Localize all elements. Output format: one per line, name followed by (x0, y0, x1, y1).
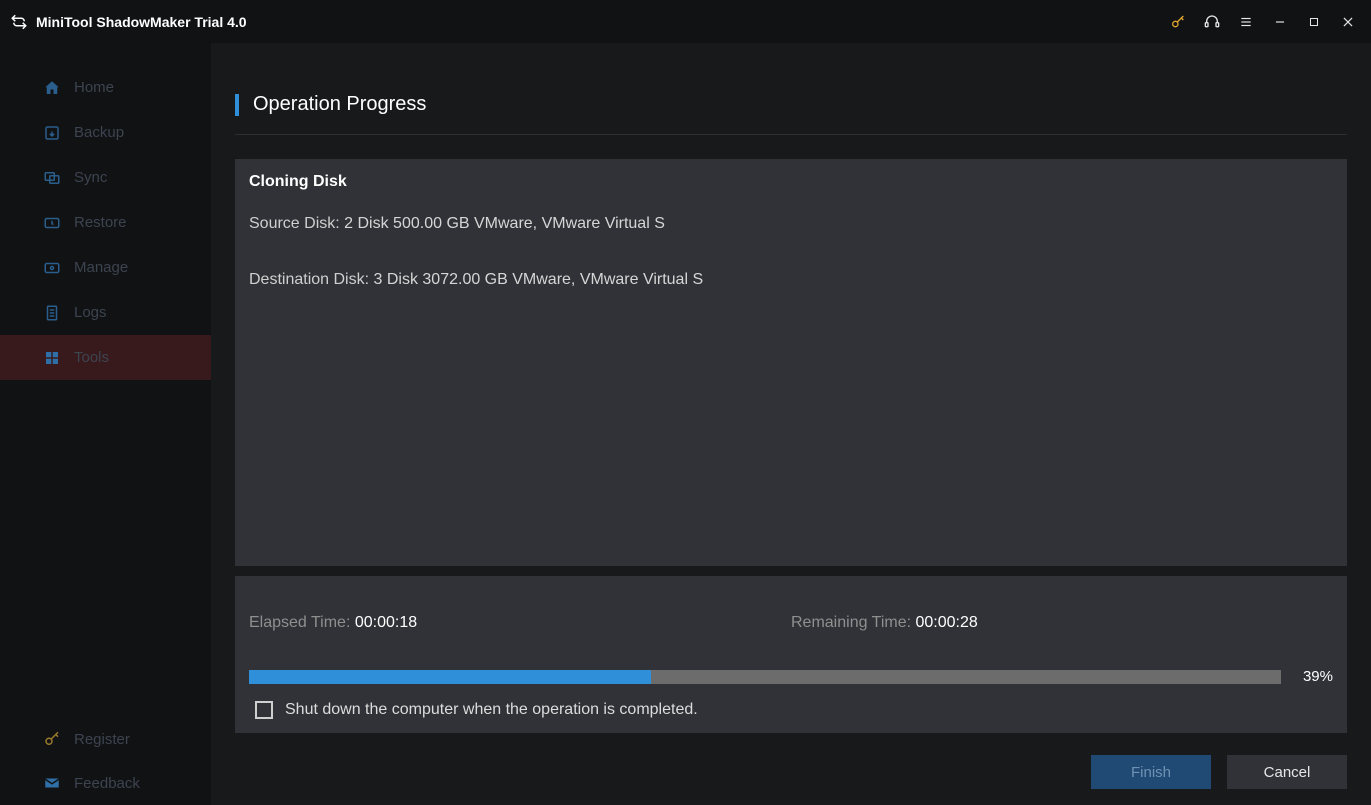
remaining-time-value: 00:00:28 (916, 614, 978, 631)
cancel-button[interactable]: Cancel (1227, 755, 1347, 789)
sidebar-item-logs[interactable]: Logs (0, 290, 211, 335)
restore-icon (42, 213, 62, 233)
sidebar-item-restore[interactable]: Restore (0, 200, 211, 245)
app-root: MiniTool ShadowMaker Trial 4.0 Home (0, 0, 1371, 805)
page-heading: Operation Progress (235, 93, 1347, 116)
sidebar-item-label: Restore (74, 214, 127, 231)
sidebar-item-label: Home (74, 79, 114, 96)
shutdown-row: Shut down the computer when the operatio… (249, 701, 1333, 719)
divider (235, 134, 1347, 135)
close-button[interactable] (1331, 7, 1365, 37)
sidebar-item-tools[interactable]: Tools (0, 335, 211, 380)
sidebar: Home Backup Sync Restore Manage Logs (0, 43, 211, 805)
sidebar-item-manage[interactable]: Manage (0, 245, 211, 290)
sidebar-item-register[interactable]: Register (0, 717, 211, 761)
sidebar-item-backup[interactable]: Backup (0, 110, 211, 155)
maximize-button[interactable] (1297, 7, 1331, 37)
elapsed-time-label: Elapsed Time: (249, 614, 350, 631)
progress-fill (249, 670, 651, 684)
app-logo-icon (10, 13, 28, 31)
progress-bar (249, 670, 1281, 684)
shutdown-label: Shut down the computer when the operatio… (285, 701, 698, 719)
support-icon[interactable] (1195, 7, 1229, 37)
sidebar-footer: Register Feedback (0, 717, 211, 805)
tools-icon (42, 348, 62, 368)
finish-button[interactable]: Finish (1091, 755, 1211, 789)
status-panel: Elapsed Time: 00:00:18 Remaining Time: 0… (235, 576, 1347, 733)
app-title: MiniTool ShadowMaker Trial 4.0 (36, 14, 247, 30)
remaining-time-label: Remaining Time: (791, 614, 911, 631)
sidebar-item-feedback[interactable]: Feedback (0, 761, 211, 805)
progress-row: 39% (249, 668, 1333, 685)
manage-icon (42, 258, 62, 278)
backup-icon (42, 123, 62, 143)
minimize-button[interactable] (1263, 7, 1297, 37)
menu-icon[interactable] (1229, 7, 1263, 37)
elapsed-time: Elapsed Time: 00:00:18 (249, 614, 791, 632)
key-icon (42, 729, 62, 749)
titlebar: MiniTool ShadowMaker Trial 4.0 (0, 0, 1371, 43)
main-content: Operation Progress Cloning Disk Source D… (211, 43, 1371, 805)
sidebar-item-sync[interactable]: Sync (0, 155, 211, 200)
remaining-time: Remaining Time: 00:00:28 (791, 614, 1333, 632)
sidebar-item-label: Sync (74, 169, 107, 186)
mail-icon (42, 773, 62, 793)
sync-icon (42, 168, 62, 188)
sidebar-item-label: Manage (74, 259, 128, 276)
license-key-icon[interactable] (1161, 7, 1195, 37)
button-row: Finish Cancel (211, 741, 1371, 805)
source-disk-value: 2 Disk 500.00 GB VMware, VMware Virtual … (344, 215, 665, 232)
sidebar-item-label: Logs (74, 304, 107, 321)
sidebar-item-home[interactable]: Home (0, 65, 211, 110)
page-title: Operation Progress (253, 93, 426, 116)
operation-title: Cloning Disk (249, 173, 1333, 191)
logs-icon (42, 303, 62, 323)
body: Home Backup Sync Restore Manage Logs (0, 43, 1371, 805)
operation-panel: Cloning Disk Source Disk: 2 Disk 500.00 … (235, 159, 1347, 566)
time-row: Elapsed Time: 00:00:18 Remaining Time: 0… (249, 614, 1333, 632)
sidebar-item-label: Backup (74, 124, 124, 141)
source-disk-label: Source Disk: (249, 215, 340, 232)
sidebar-item-label: Register (74, 731, 130, 748)
elapsed-time-value: 00:00:18 (355, 614, 417, 631)
sidebar-item-label: Tools (74, 349, 109, 366)
destination-disk-label: Destination Disk: (249, 271, 369, 288)
shutdown-checkbox[interactable] (255, 701, 273, 719)
destination-disk-row: Destination Disk: 3 Disk 3072.00 GB VMwa… (249, 271, 1333, 289)
progress-percent: 39% (1289, 668, 1333, 685)
sidebar-item-label: Feedback (74, 775, 140, 792)
destination-disk-value: 3 Disk 3072.00 GB VMware, VMware Virtual… (374, 271, 704, 288)
home-icon (42, 78, 62, 98)
heading-accent (235, 94, 239, 116)
source-disk-row: Source Disk: 2 Disk 500.00 GB VMware, VM… (249, 215, 1333, 233)
